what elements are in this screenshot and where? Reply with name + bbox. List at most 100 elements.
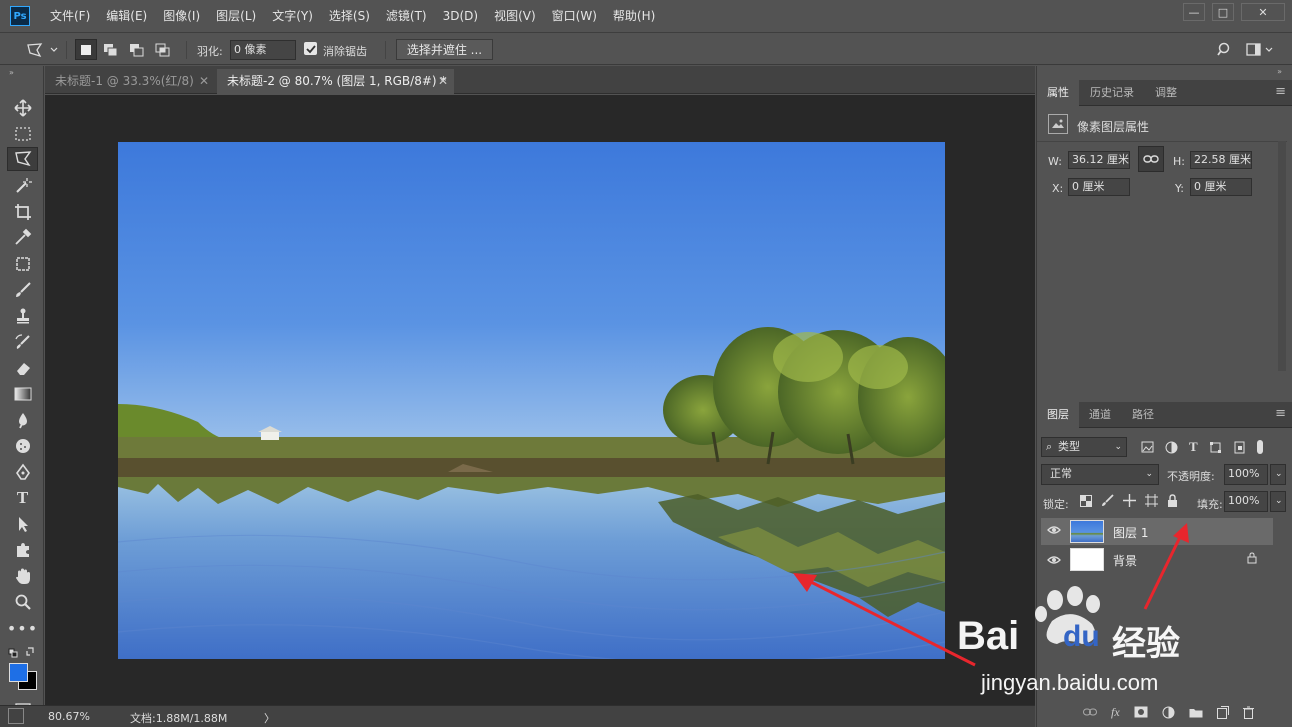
menu-item[interactable]: 滤镜(T) bbox=[378, 0, 435, 33]
dodge-tool[interactable] bbox=[7, 434, 38, 458]
tab-paths[interactable]: 路径 bbox=[1122, 402, 1164, 428]
blur-tool[interactable] bbox=[7, 408, 38, 432]
height-input[interactable]: 22.58 厘米 bbox=[1190, 151, 1252, 169]
y-input[interactable]: 0 厘米 bbox=[1190, 178, 1252, 196]
layer-filter-select[interactable]: ⌕ 类型 ⌄ bbox=[1041, 437, 1127, 457]
menu-item[interactable]: 3D(D) bbox=[435, 0, 486, 33]
healing-brush-tool[interactable] bbox=[7, 252, 38, 276]
menu-item[interactable]: 图层(L) bbox=[208, 0, 264, 33]
add-to-selection-button[interactable] bbox=[100, 39, 122, 60]
lock-transparent-icon[interactable] bbox=[1080, 494, 1092, 507]
status-menu-arrow[interactable]: 〉 bbox=[264, 710, 275, 726]
tab-adjustments[interactable]: 调整 bbox=[1145, 80, 1187, 106]
antialias-checkbox[interactable] bbox=[304, 42, 317, 55]
tab-channels[interactable]: 通道 bbox=[1079, 402, 1121, 428]
document-tab[interactable]: 未标题-1 @ 33.3%(红/8) ✕ bbox=[45, 69, 215, 94]
path-selection-tool[interactable] bbox=[7, 512, 38, 536]
move-tool[interactable] bbox=[7, 96, 38, 120]
foreground-color-swatch[interactable] bbox=[9, 663, 28, 682]
default-colors-icon[interactable] bbox=[8, 646, 38, 658]
layers-panel-tabs: 图层 通道 路径 ≡ bbox=[1037, 402, 1292, 428]
close-tab-icon[interactable]: ✕ bbox=[438, 69, 448, 94]
zoom-level[interactable]: 80.67% bbox=[48, 710, 90, 723]
panel-menu-icon[interactable]: ≡ bbox=[1275, 85, 1286, 98]
history-brush-tool[interactable] bbox=[7, 330, 38, 354]
menu-item[interactable]: 编辑(E) bbox=[98, 0, 155, 33]
workspace-switcher[interactable] bbox=[1244, 39, 1278, 60]
custom-shape-tool[interactable] bbox=[7, 538, 38, 562]
filter-type-icon[interactable]: T bbox=[1189, 439, 1198, 455]
fill-input[interactable]: 100% bbox=[1224, 491, 1268, 512]
filter-shape-icon[interactable] bbox=[1209, 441, 1222, 454]
eraser-tool[interactable] bbox=[7, 356, 38, 380]
menu-item[interactable]: 窗口(W) bbox=[544, 0, 605, 33]
menu-item[interactable]: 选择(S) bbox=[321, 0, 378, 33]
menu-item[interactable]: 帮助(H) bbox=[605, 0, 663, 33]
fill-dropdown[interactable]: ⌄ bbox=[1270, 491, 1286, 512]
hand-tool[interactable] bbox=[7, 564, 38, 588]
search-button[interactable] bbox=[1214, 39, 1236, 60]
panel-menu-icon[interactable]: ≡ bbox=[1275, 407, 1286, 420]
lock-all-icon[interactable] bbox=[1167, 494, 1178, 507]
feather-input[interactable]: 0 像素 bbox=[230, 40, 296, 60]
menu-item[interactable]: 文件(F) bbox=[42, 0, 98, 33]
filter-toggle-icon[interactable] bbox=[1256, 440, 1263, 454]
width-label: W: bbox=[1048, 155, 1062, 168]
close-tab-icon[interactable]: ✕ bbox=[199, 69, 209, 94]
close-button[interactable]: ✕ bbox=[1241, 3, 1285, 21]
edit-toolbar-button[interactable]: ••• bbox=[7, 616, 38, 640]
menu-item[interactable]: 文字(Y) bbox=[264, 0, 321, 33]
lasso-tool[interactable] bbox=[7, 147, 38, 171]
clone-stamp-tool[interactable] bbox=[7, 304, 38, 328]
blend-mode-select[interactable]: 正常 ⌄ bbox=[1041, 464, 1159, 485]
document-tab-active[interactable]: 未标题-2 @ 80.7% (图层 1, RGB/8#) * ✕ bbox=[217, 69, 454, 94]
tab-layers[interactable]: 图层 bbox=[1037, 402, 1079, 428]
select-and-mask-button[interactable]: 选择并遮住 ... bbox=[396, 39, 493, 60]
new-adjustment-icon[interactable] bbox=[1162, 706, 1175, 719]
collapse-toolbar-icon[interactable]: » bbox=[9, 68, 14, 77]
filter-adjustment-icon[interactable] bbox=[1165, 441, 1178, 454]
tab-history[interactable]: 历史记录 bbox=[1080, 80, 1144, 106]
filter-pixel-icon[interactable] bbox=[1141, 441, 1154, 453]
type-tool[interactable]: T bbox=[7, 486, 38, 510]
lock-pixels-icon[interactable] bbox=[1101, 494, 1114, 507]
new-group-icon[interactable] bbox=[1189, 707, 1203, 718]
eye-icon[interactable] bbox=[1047, 554, 1061, 568]
link-dimensions-button[interactable] bbox=[1138, 146, 1164, 172]
fx-icon[interactable]: fx bbox=[1111, 705, 1120, 720]
lock-artboard-icon[interactable] bbox=[1145, 494, 1158, 507]
crop-tool[interactable] bbox=[7, 200, 38, 224]
intersect-selection-button[interactable] bbox=[152, 39, 174, 60]
tool-preset-picker[interactable] bbox=[22, 39, 62, 60]
x-input[interactable]: 0 厘米 bbox=[1068, 178, 1130, 196]
filter-smart-object-icon[interactable] bbox=[1233, 441, 1246, 454]
eyedropper-tool[interactable] bbox=[7, 225, 38, 249]
link-layers-icon[interactable] bbox=[1083, 708, 1097, 716]
canvas-area[interactable] bbox=[45, 95, 1035, 705]
menu-item[interactable]: 视图(V) bbox=[486, 0, 544, 33]
delete-layer-icon[interactable] bbox=[1242, 706, 1254, 719]
lock-position-icon[interactable] bbox=[1123, 494, 1136, 507]
brush-tool[interactable] bbox=[7, 278, 38, 302]
new-selection-button[interactable] bbox=[75, 39, 97, 60]
minimize-button[interactable]: — bbox=[1183, 3, 1205, 21]
pen-tool[interactable] bbox=[7, 460, 38, 484]
quick-selection-tool[interactable] bbox=[7, 174, 38, 198]
eye-icon[interactable] bbox=[1047, 524, 1061, 538]
menu-item[interactable]: 图像(I) bbox=[155, 0, 208, 33]
subtract-selection-button[interactable] bbox=[126, 39, 148, 60]
opacity-input[interactable]: 100% bbox=[1224, 464, 1268, 485]
add-mask-icon[interactable] bbox=[1134, 706, 1148, 718]
width-input[interactable]: 36.12 厘米 bbox=[1068, 151, 1130, 169]
marquee-tool[interactable] bbox=[7, 122, 38, 146]
zoom-tool[interactable] bbox=[7, 590, 38, 614]
photoshop-logo: Ps bbox=[10, 6, 30, 26]
restore-button[interactable]: □ bbox=[1212, 3, 1234, 21]
opacity-dropdown[interactable]: ⌄ bbox=[1270, 464, 1286, 485]
gradient-tool[interactable] bbox=[7, 382, 38, 406]
lock-options bbox=[1080, 494, 1178, 507]
tab-properties[interactable]: 属性 bbox=[1037, 80, 1079, 106]
properties-scrollbar[interactable] bbox=[1278, 141, 1286, 371]
new-layer-icon[interactable] bbox=[1216, 705, 1229, 719]
collapse-panels-icon[interactable]: » bbox=[1277, 67, 1282, 76]
